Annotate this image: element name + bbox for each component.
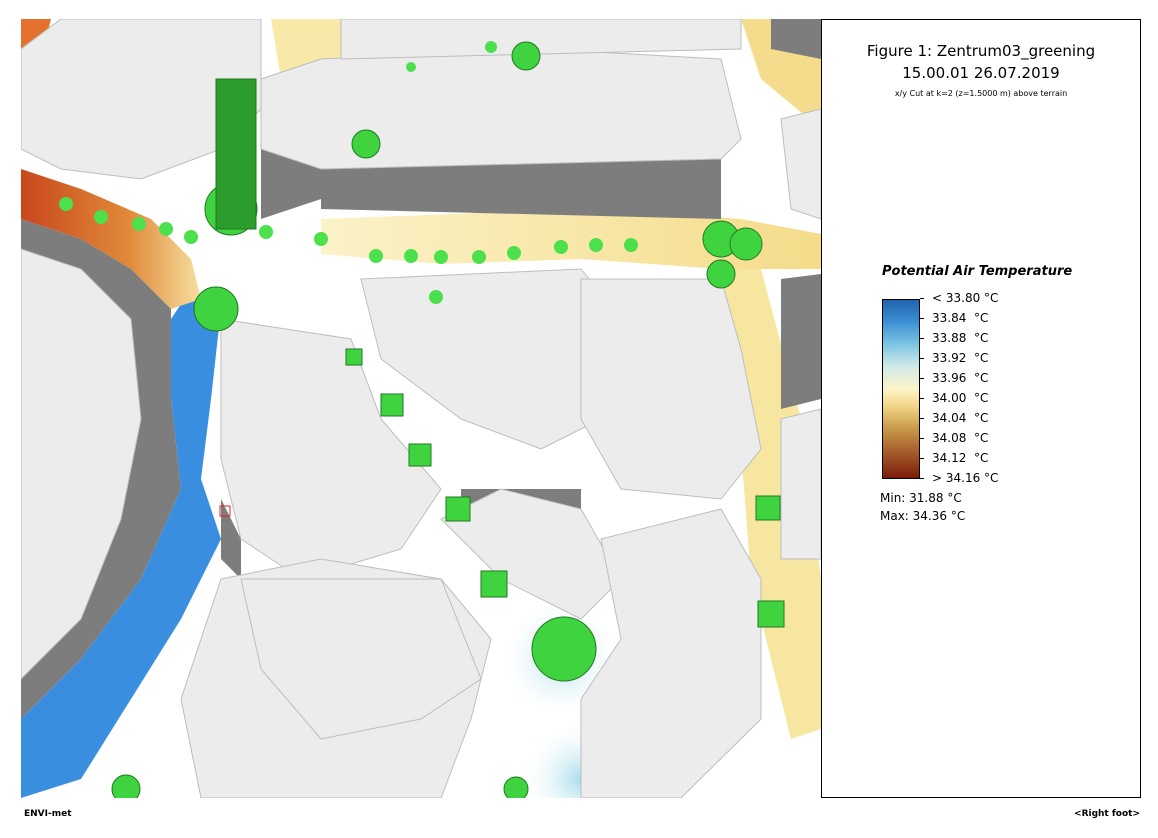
legend-panel: Figure 1: Zentrum03_greening 15.00.01 26…	[822, 19, 1140, 798]
min-value: Min: 31.88 °C	[880, 491, 962, 505]
tree-patch	[480, 570, 508, 598]
figure-subtitle: x/y Cut at k=2 (z=1.5000 m) above terrai…	[894, 89, 1068, 98]
legend-tick: 34.04 °C	[920, 409, 1120, 429]
tree-cluster	[111, 774, 141, 798]
tree-cluster	[729, 227, 763, 261]
color-scale-bar	[882, 299, 920, 479]
legend-tick-label: > 34.16 °C	[932, 471, 999, 485]
legend-tick: 33.84 °C	[920, 309, 1120, 329]
legend-title: Potential Air Temperature	[882, 264, 1073, 279]
map-canvas	[21, 19, 821, 798]
legend-tick: < 33.80 °C	[920, 289, 1120, 309]
tree-cluster	[511, 41, 541, 71]
tree-patch	[755, 495, 781, 521]
legend-tick-label: 33.88 °C	[932, 331, 989, 345]
max-value: Max: 34.36 °C	[880, 509, 966, 523]
legend-tick-label: 34.12 °C	[932, 451, 989, 465]
tree-patch	[757, 600, 785, 628]
tree-patch	[445, 496, 471, 522]
tree-cluster	[193, 286, 239, 332]
temperature-map	[21, 19, 821, 798]
tree-cluster	[351, 129, 381, 159]
legend-tick: 33.96 °C	[920, 369, 1120, 389]
legend-tick-label: 33.84 °C	[932, 311, 989, 325]
tree-cluster	[706, 259, 736, 289]
legend-tick: 33.88 °C	[920, 329, 1120, 349]
legend-tick: 33.92 °C	[920, 349, 1120, 369]
tall-trees	[215, 78, 257, 230]
legend-tick: 34.08 °C	[920, 429, 1120, 449]
footer-right: <Right foot>	[1074, 809, 1140, 819]
footer-left: ENVI-met	[24, 809, 72, 819]
legend-tick: 34.12 °C	[920, 449, 1120, 469]
legend-tick-label: < 33.80 °C	[932, 291, 999, 305]
tree-patch	[408, 443, 432, 467]
tree-patch	[380, 393, 404, 417]
tree-patch	[345, 348, 363, 366]
legend-tick: > 34.16 °C	[920, 469, 1120, 489]
legend-tick-label: 34.08 °C	[932, 431, 989, 445]
legend-tick-label: 33.96 °C	[932, 371, 989, 385]
figure-timestamp: 15.00.01 26.07.2019	[902, 64, 1060, 82]
legend-tick-label: 34.00 °C	[932, 391, 989, 405]
legend-tick: 34.00 °C	[920, 389, 1120, 409]
tree-cluster	[531, 616, 597, 682]
figure-title: Figure 1: Zentrum03_greening	[866, 42, 1096, 60]
tree-cluster	[503, 776, 529, 798]
legend-tick-label: 34.04 °C	[932, 411, 989, 425]
legend-tick-label: 33.92 °C	[932, 351, 989, 365]
